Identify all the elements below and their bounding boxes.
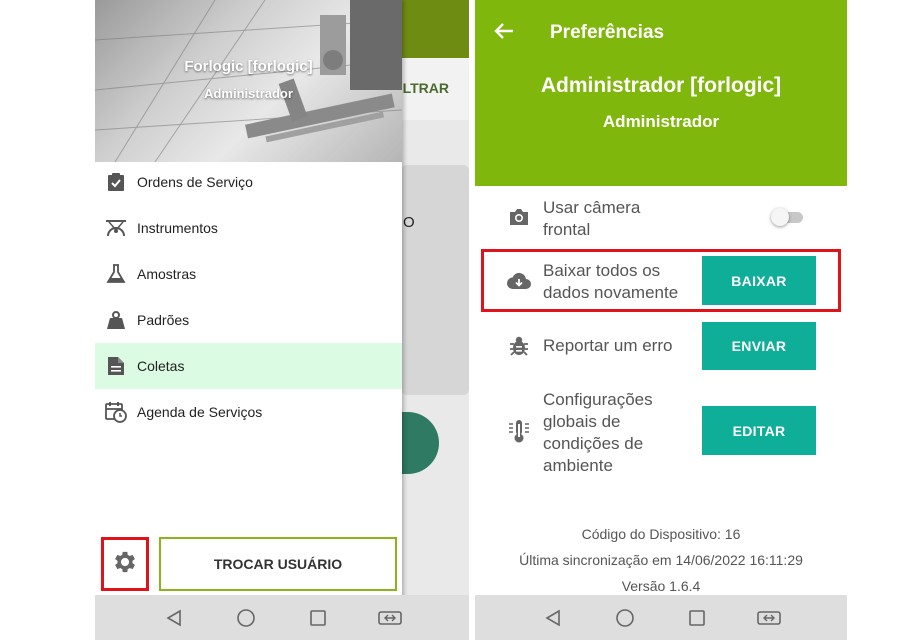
menu-item-label: Agenda de Serviços [137, 404, 263, 420]
drawer-user-name: Forlogic [forlogic] [184, 58, 313, 75]
system-nav-bar [95, 595, 469, 640]
nav-back-icon[interactable] [160, 604, 188, 632]
user-role: Administrador [602, 112, 720, 131]
pref-download-label: Baixar todos os dados novamente [543, 260, 678, 304]
menu-item-label: Padrões [137, 312, 190, 328]
pref-download-line1: Baixar todos os [543, 261, 661, 280]
left-phone-screen: ILTRAR O Forlogic [forlogic] Administrad… [95, 0, 469, 640]
weight-icon [105, 309, 127, 331]
toggle-thumb [771, 208, 789, 226]
nav-switch-app-icon[interactable] [755, 604, 783, 632]
gear-icon [111, 548, 139, 581]
navigation-drawer: Forlogic [forlogic] Administrador Ordens… [95, 0, 402, 640]
settings-button[interactable] [101, 537, 149, 591]
pref-camera-line2: frontal [543, 220, 591, 239]
menu-item-label: Instrumentos [137, 220, 218, 236]
pref-report-label: Reportar um erro [543, 336, 673, 355]
user-name: Administrador [forlogic] [540, 74, 782, 97]
send-report-button[interactable]: ENVIAR [702, 322, 816, 370]
drawer-user-role: Administrador [204, 86, 293, 101]
page-title: Preferências [550, 22, 665, 43]
pref-camera-label: Usar câmera frontal [543, 197, 640, 241]
menu-item-instrumentos[interactable]: Instrumentos [95, 205, 402, 251]
device-code: Código do Dispositivo: 16 [581, 526, 741, 542]
nav-back-icon[interactable] [539, 604, 567, 632]
pref-config-line4: ambiente [543, 456, 613, 475]
cloud-download-icon [507, 269, 531, 293]
nav-recents-icon[interactable] [683, 604, 711, 632]
pref-download-line2: dados novamente [543, 283, 679, 302]
menu-item-label: Ordens de Serviço [137, 174, 253, 190]
system-nav-bar [475, 595, 847, 640]
background-card [401, 165, 469, 395]
right-phone-screen: Preferências Administrador [forlogic] Ad… [475, 0, 847, 640]
background-filter-label: ILTRAR [398, 80, 449, 96]
front-camera-toggle[interactable] [771, 206, 805, 228]
menu-item-amostras[interactable]: Amostras [95, 251, 402, 297]
menu-item-coletas[interactable]: Coletas [95, 343, 402, 389]
menu-item-label: Coletas [137, 358, 185, 374]
last-sync: Última sincronização em 14/06/2022 16:11… [519, 552, 803, 568]
nav-switch-app-icon[interactable] [376, 604, 404, 632]
download-button[interactable]: BAIXAR [702, 256, 816, 305]
switch-user-button[interactable]: TROCAR USUÁRIO [159, 537, 397, 591]
edit-config-button[interactable]: EDITAR [702, 406, 816, 455]
pref-camera-line1: Usar câmera [543, 198, 641, 217]
nav-home-icon[interactable] [232, 604, 260, 632]
nav-home-icon[interactable] [611, 604, 639, 632]
menu-item-padroes[interactable]: Padrões [95, 297, 402, 343]
back-arrow-icon[interactable] [493, 20, 517, 44]
calendar-clock-icon [105, 401, 127, 423]
pref-config-line1: Configurações [543, 390, 653, 409]
drawer-header-image [95, 0, 402, 162]
camera-icon [507, 205, 531, 229]
menu-item-label: Amostras [137, 266, 197, 282]
menu-item-agenda-de-servicos[interactable]: Agenda de Serviços [95, 389, 402, 435]
pref-config-line2: globais de [543, 412, 621, 431]
file-icon [105, 355, 127, 377]
scale-icon [105, 217, 127, 239]
pref-config-label: Configurações globais de condições de am… [543, 389, 653, 477]
app-version: Versão 1.6.4 [621, 578, 701, 594]
bug-icon [507, 334, 531, 358]
clipboard-check-icon [105, 171, 127, 193]
menu-item-ordens-de-servico[interactable]: Ordens de Serviço [95, 159, 402, 205]
nav-recents-icon[interactable] [304, 604, 332, 632]
drawer-header: Forlogic [forlogic] Administrador [95, 0, 402, 162]
thermometer-icon [507, 419, 531, 443]
flask-icon [105, 263, 127, 285]
pref-config-line3: condições de [543, 434, 644, 453]
background-card-text: O [403, 214, 415, 231]
